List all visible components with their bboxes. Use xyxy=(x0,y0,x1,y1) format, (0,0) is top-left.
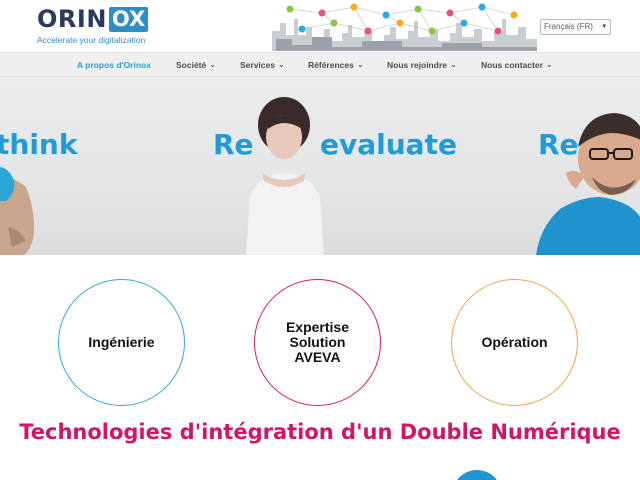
chevron-down-icon: ⌄ xyxy=(449,60,457,69)
nav-item-label: Société xyxy=(176,60,207,70)
hero-word-re-2: Re xyxy=(538,128,579,161)
nav-item-label: Nous contacter xyxy=(481,60,543,70)
hero-word-evaluate: evaluate xyxy=(320,128,457,161)
section-title: Technologies d'intégration d'un Double N… xyxy=(19,420,621,444)
logo-tagline: Accelerate your digitalization xyxy=(37,35,146,45)
nav-item-services[interactable]: Services ⌄ xyxy=(240,53,285,77)
service-circle-operation[interactable]: Opération xyxy=(451,279,578,406)
hero-word-re-1: Re xyxy=(213,128,254,161)
caret-down-icon: ▾ xyxy=(602,23,606,30)
site-header: ORIN OX Accelerate your digitalization F… xyxy=(0,0,640,51)
logo-wordmark-right: OX xyxy=(108,7,149,32)
nav-item-about[interactable]: A propos d'Orinox xyxy=(77,53,151,77)
hero-banner: think Re evaluate Re xyxy=(0,77,640,255)
service-label: Expertise Solution AVEVA xyxy=(285,319,350,365)
chevron-down-icon: ⌄ xyxy=(545,60,553,69)
chevron-down-icon: ⌄ xyxy=(356,60,364,69)
main-nav: A propos d'Orinox Société ⌄ Services ⌄ Réf… xyxy=(0,52,640,77)
language-select[interactable]: Français (FR) ▾ xyxy=(540,19,611,35)
nav-item-label: Services xyxy=(240,60,275,70)
service-label: Opération xyxy=(481,334,548,350)
orinox-logo[interactable]: ORIN OX Accelerate your digitalization xyxy=(37,6,152,46)
nav-item-references[interactable]: Références ⌄ xyxy=(308,53,364,77)
hero-word-think: think xyxy=(0,128,78,161)
nav-item-label: Nous rejoindre xyxy=(387,60,447,70)
service-label: Ingénierie xyxy=(88,334,155,350)
nav-item-contact[interactable]: Nous contacter ⌄ xyxy=(481,53,553,77)
logo-wordmark-left: ORIN xyxy=(37,5,107,33)
nav-item-societe[interactable]: Société ⌄ xyxy=(176,53,216,77)
nav-item-join-us[interactable]: Nous rejoindre ⌄ xyxy=(387,53,457,77)
service-circle-engineering[interactable]: Ingénierie xyxy=(58,279,185,406)
service-circle-aveva-expertise[interactable]: Expertise Solution AVEVA xyxy=(254,279,381,406)
language-select-value: Français (FR) xyxy=(544,22,593,31)
digital-network-illustration xyxy=(272,3,537,51)
hero-photo-people xyxy=(0,97,640,255)
nav-item-label: A propos d'Orinox xyxy=(77,60,151,70)
nav-item-label: Références xyxy=(308,60,354,70)
chevron-down-icon: ⌄ xyxy=(209,60,216,69)
decorative-bubble xyxy=(452,470,502,480)
chevron-down-icon: ⌄ xyxy=(277,60,285,69)
logo-wordmark: ORIN OX xyxy=(37,5,149,33)
